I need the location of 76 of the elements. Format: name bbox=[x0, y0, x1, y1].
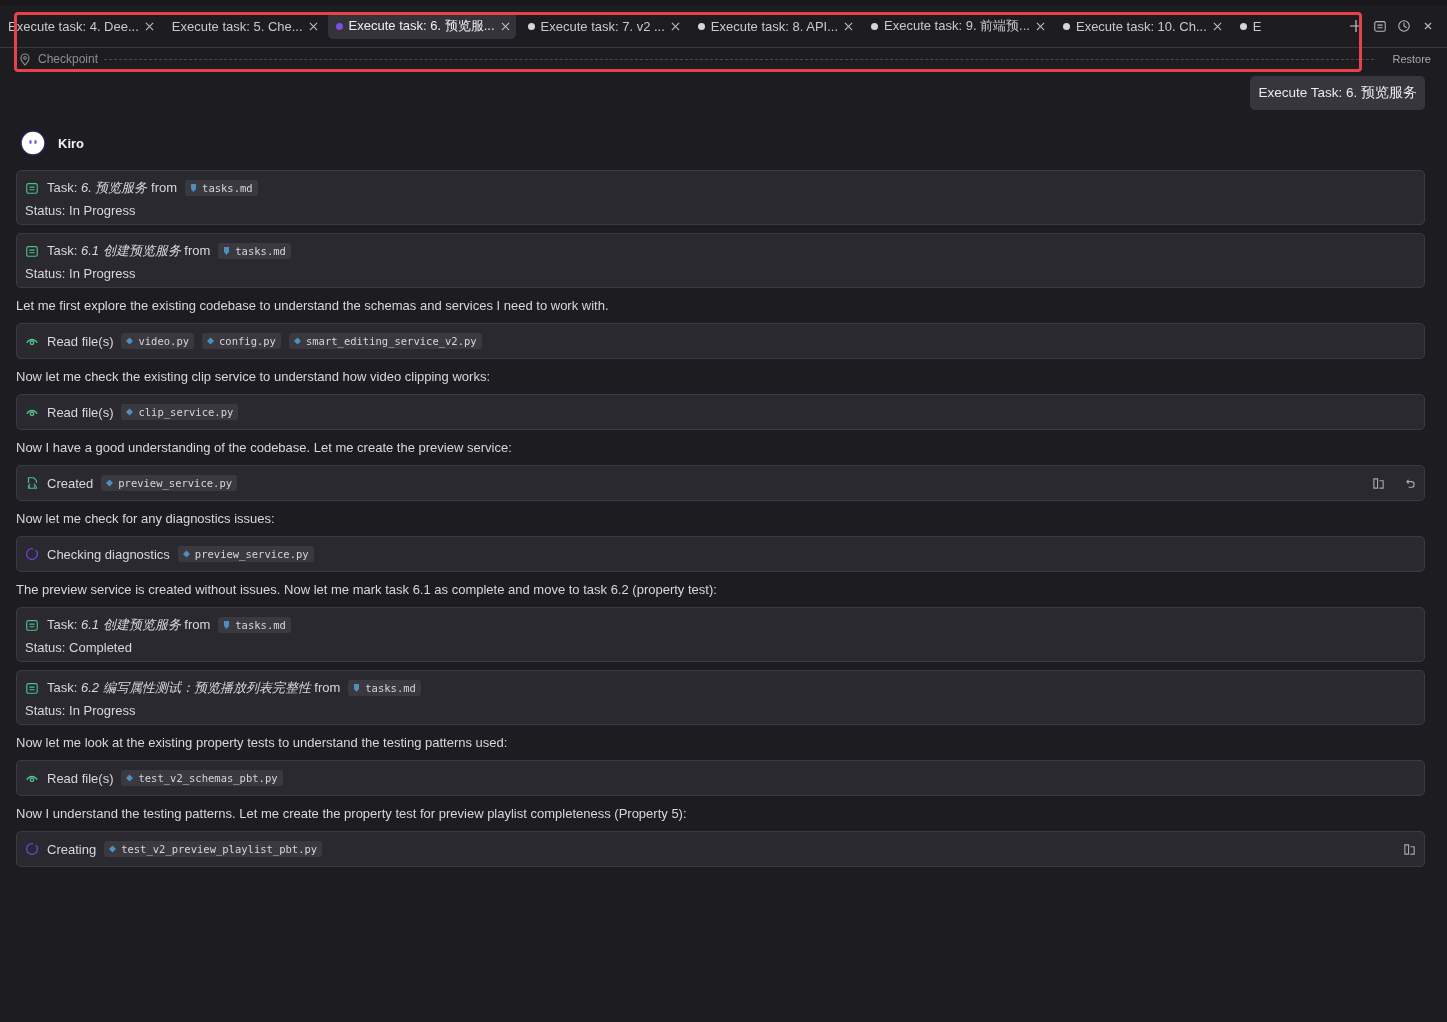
python-file-icon bbox=[109, 845, 117, 853]
spinner-icon bbox=[25, 842, 39, 856]
python-file-icon bbox=[293, 337, 301, 345]
message-text: Now I understand the testing patterns. Let me create the property test for preview playlist completeness (Property 5): bbox=[16, 806, 688, 821]
close-icon[interactable] bbox=[144, 21, 154, 31]
tool-label: Read file(s) bbox=[47, 333, 114, 349]
file-code-icon bbox=[25, 476, 39, 490]
restore-link[interactable]: Restore bbox=[1392, 53, 1431, 65]
python-file-icon bbox=[126, 337, 134, 345]
close-icon[interactable] bbox=[500, 21, 510, 31]
python-file-icon bbox=[182, 550, 190, 558]
markdown-file-icon bbox=[223, 247, 231, 255]
task-title: Task: 6. 预览服务 from bbox=[47, 179, 178, 197]
checklist-icon bbox=[25, 244, 39, 258]
file-chip[interactable]: test_v2_schemas_pbt.py bbox=[121, 770, 283, 786]
file-chip[interactable]: config.py bbox=[202, 333, 281, 349]
task-status: Status: In Progress bbox=[25, 703, 137, 718]
task-title: Task: 6.1 创建预览服务 from bbox=[47, 242, 211, 260]
tab[interactable]: Execute task: 5. Che... bbox=[163, 14, 324, 38]
message-text: Now let me look at the existing property tests to understand the testing patterns used: bbox=[16, 735, 509, 750]
history-icon[interactable] bbox=[1397, 19, 1411, 33]
tab[interactable]: Execute task: 8. API... bbox=[689, 14, 859, 38]
python-file-icon bbox=[106, 479, 114, 487]
spinner-icon bbox=[25, 547, 39, 561]
agent-name: Kiro bbox=[58, 135, 84, 151]
checklist-icon bbox=[25, 618, 39, 632]
task-title: Task: 6.1 创建预览服务 from bbox=[47, 616, 211, 634]
close-icon[interactable] bbox=[844, 21, 853, 31]
file-chip[interactable]: clip_service.py bbox=[121, 404, 239, 420]
diff-icon[interactable] bbox=[1372, 476, 1385, 490]
close-icon[interactable] bbox=[1035, 21, 1045, 31]
checkpoint-label: Checkpoint bbox=[38, 52, 99, 66]
file-chip[interactable]: video.py bbox=[121, 333, 195, 349]
checklist-icon[interactable] bbox=[1373, 19, 1387, 33]
file-chip[interactable]: tasks.md bbox=[185, 180, 258, 196]
tab[interactable]: Execute task: 6. 预览服... bbox=[327, 13, 516, 39]
tool-label: Creating bbox=[47, 841, 97, 857]
task-status: Status: Completed bbox=[25, 640, 133, 655]
pin-icon bbox=[18, 52, 32, 66]
close-icon[interactable] bbox=[308, 21, 318, 31]
markdown-file-icon bbox=[353, 684, 361, 692]
markdown-file-icon bbox=[190, 184, 198, 192]
tab[interactable]: E bbox=[1231, 14, 1268, 38]
avatar-icon bbox=[20, 130, 46, 156]
close-icon[interactable] bbox=[670, 21, 680, 31]
file-chip[interactable]: test_v2_preview_playlist_pbt.py bbox=[104, 841, 323, 857]
message-text: Let me first explore the existing codebase to understand the schemas and services I need to work with. bbox=[16, 298, 610, 313]
file-chip[interactable]: tasks.md bbox=[218, 243, 291, 259]
tool-label: Created bbox=[47, 475, 94, 491]
task-status: Status: In Progress bbox=[25, 203, 137, 218]
task-title: Task: 6.2 编写属性测试：预览播放列表完整性 from bbox=[47, 679, 341, 697]
tool-label: Checking diagnostics bbox=[47, 546, 170, 562]
tab[interactable]: Execute task: 9. 前端预... bbox=[863, 13, 1051, 39]
tool-label: Read file(s) bbox=[47, 404, 114, 420]
close-icon[interactable] bbox=[1212, 21, 1222, 31]
file-chip[interactable]: tasks.md bbox=[348, 680, 421, 696]
task-status: Status: In Progress bbox=[25, 266, 137, 281]
markdown-file-icon bbox=[223, 621, 231, 629]
checklist-icon bbox=[25, 181, 39, 195]
user-message: Execute Task: 6. 预览服务 bbox=[1250, 76, 1425, 110]
file-chip[interactable]: smart_editing_service_v2.py bbox=[288, 333, 482, 349]
message-text: Now I have a good understanding of the codebase. Let me create the preview service: bbox=[16, 440, 513, 455]
tab[interactable]: Execute task: 10. Ch... bbox=[1054, 14, 1228, 38]
checklist-icon bbox=[25, 681, 39, 695]
python-file-icon bbox=[207, 337, 215, 345]
diff-icon[interactable] bbox=[1403, 842, 1416, 856]
message-text: Now let me check the existing clip service to understand how video clipping works: bbox=[16, 369, 491, 384]
file-chip[interactable]: preview_service.py bbox=[177, 546, 314, 562]
file-chip[interactable]: preview_service.py bbox=[101, 475, 238, 491]
message-text: The preview service is created without issues. Now let me mark task 6.1 as complete and move to task 6.2 (property test): bbox=[16, 582, 718, 597]
tool-label: Read file(s) bbox=[47, 770, 114, 786]
python-file-icon bbox=[126, 774, 134, 782]
python-file-icon bbox=[126, 408, 134, 416]
file-chip[interactable]: tasks.md bbox=[218, 617, 291, 633]
tab[interactable]: Execute task: 7. v2 ... bbox=[519, 14, 686, 38]
message-text: Now let me check for any diagnostics issues: bbox=[16, 511, 276, 526]
